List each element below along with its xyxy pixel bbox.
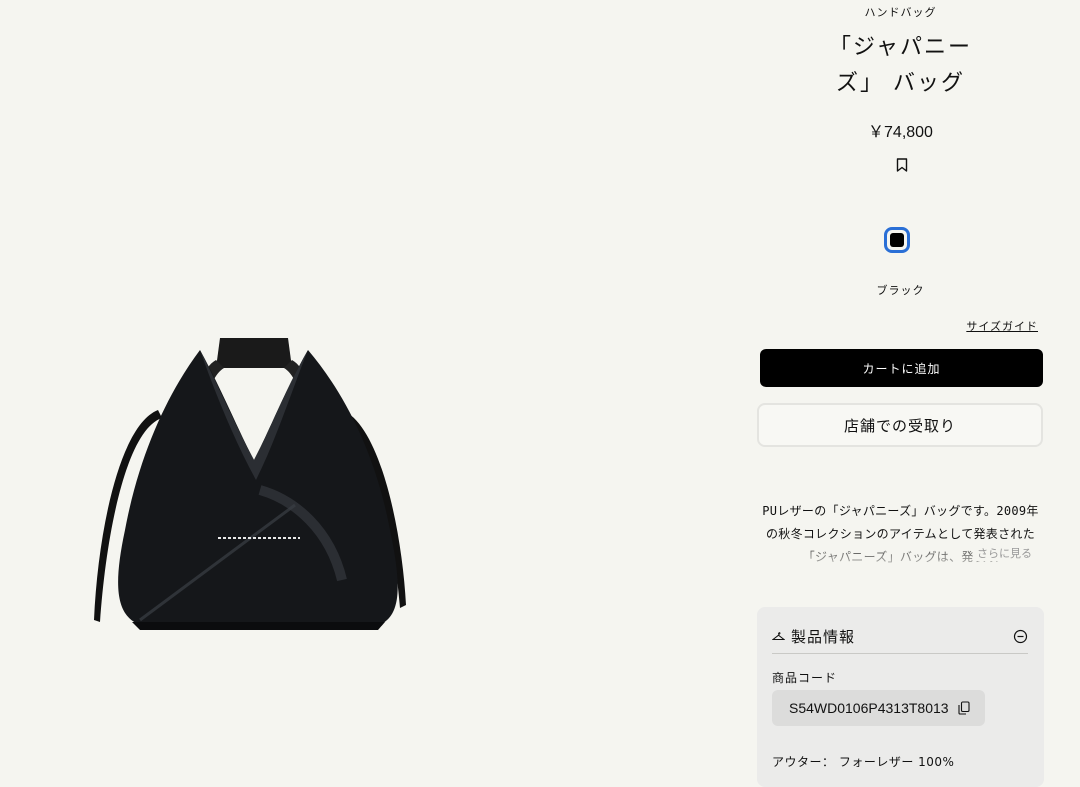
product-details-panel: ハンドバッグ 「ジャパニーズ」 バッグ ￥74,800 ブラック サイズガイド … — [757, 0, 1044, 787]
product-code-label: 商品コード — [772, 671, 838, 685]
material-composition: アウター： フォーレザー 100% — [772, 755, 955, 769]
minus-circle-icon[interactable] — [1013, 629, 1028, 644]
wishlist-button[interactable] — [891, 154, 913, 176]
product-info-title: 製品情報 — [791, 627, 856, 646]
product-code-chip[interactable]: S54WD0106P4313T8013 — [772, 690, 985, 726]
product-image-gallery[interactable] — [0, 0, 740, 774]
product-title: 「ジャパニーズ」 バッグ — [829, 35, 972, 96]
store-pickup-button[interactable]: 店舗での受取り — [757, 403, 1043, 447]
hanger-icon — [772, 632, 785, 640]
product-category: ハンドバッグ — [864, 6, 937, 19]
copy-button[interactable] — [958, 701, 970, 715]
size-guide-link[interactable]: サイズガイド — [966, 318, 1038, 334]
product-info-header[interactable]: 製品情報 — [772, 619, 1028, 654]
swatch-fill — [890, 233, 904, 247]
color-swatch-black[interactable] — [884, 227, 910, 253]
product-code: S54WD0106P4313T8013 — [789, 700, 949, 716]
read-more-link[interactable]: さらに見る — [973, 545, 1032, 561]
product-price: ￥74,800 — [868, 124, 933, 141]
add-to-cart-button[interactable]: カートに追加 — [760, 349, 1043, 387]
product-info-accordion: 製品情報 商品コード S54WD0106P4313T8013 アウター： フォー… — [757, 607, 1044, 787]
product-image[interactable] — [80, 330, 420, 640]
bookmark-icon — [896, 158, 908, 172]
selected-color-label: ブラック — [876, 284, 925, 297]
copy-icon — [958, 701, 970, 715]
